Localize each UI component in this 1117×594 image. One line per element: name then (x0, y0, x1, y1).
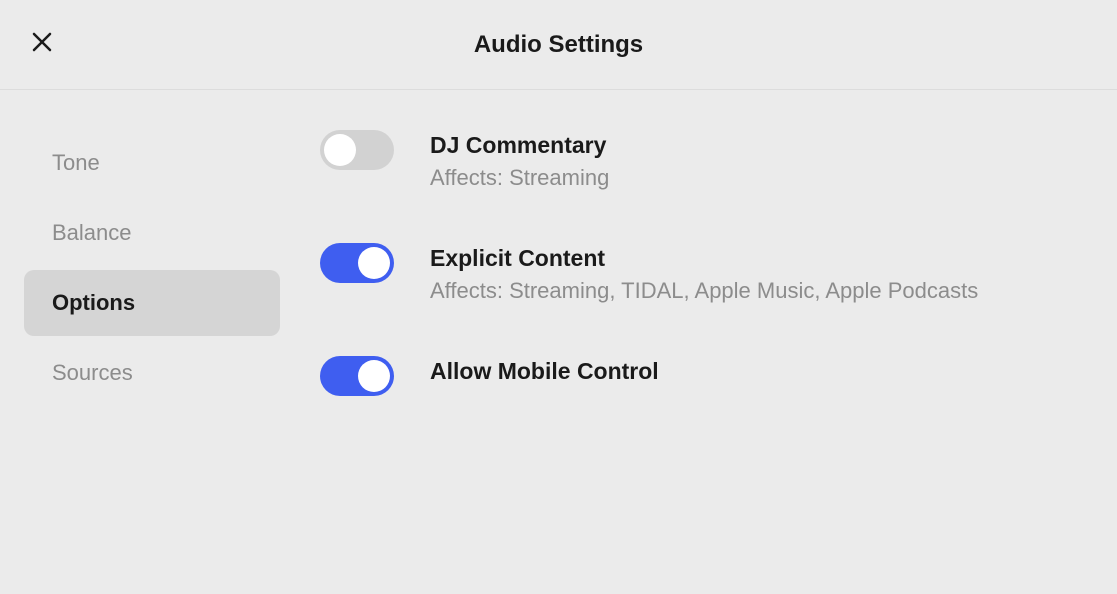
sidebar-item-label: Balance (52, 220, 132, 245)
option-title: DJ Commentary (430, 132, 609, 159)
toggle-knob (358, 360, 390, 392)
toggle-dj-commentary[interactable] (320, 130, 394, 170)
option-subtitle: Affects: Streaming (430, 165, 609, 191)
page-title: Audio Settings (474, 31, 643, 59)
sidebar-item-balance[interactable]: Balance (24, 200, 280, 266)
option-row-allow-mobile-control: Allow Mobile Control (320, 356, 1077, 396)
header: Audio Settings (0, 0, 1117, 90)
toggle-allow-mobile-control[interactable] (320, 356, 394, 396)
option-row-explicit-content: Explicit Content Affects: Streaming, TID… (320, 243, 1077, 304)
toggle-explicit-content[interactable] (320, 243, 394, 283)
option-subtitle: Affects: Streaming, TIDAL, Apple Music, … (430, 278, 978, 304)
sidebar-item-tone[interactable]: Tone (24, 130, 280, 196)
sidebar-item-label: Options (52, 290, 135, 315)
close-icon (30, 30, 54, 54)
sidebar: Tone Balance Options Sources (0, 130, 280, 448)
option-row-dj-commentary: DJ Commentary Affects: Streaming (320, 130, 1077, 191)
sidebar-item-options[interactable]: Options (24, 270, 280, 336)
option-text: Allow Mobile Control (430, 356, 659, 391)
toggle-knob (358, 247, 390, 279)
sidebar-item-sources[interactable]: Sources (24, 340, 280, 406)
main-panel: DJ Commentary Affects: Streaming Explici… (280, 130, 1117, 448)
content: Tone Balance Options Sources DJ Commenta… (0, 90, 1117, 448)
option-text: DJ Commentary Affects: Streaming (430, 130, 609, 191)
option-title: Allow Mobile Control (430, 358, 659, 385)
toggle-knob (324, 134, 356, 166)
option-title: Explicit Content (430, 245, 978, 272)
option-text: Explicit Content Affects: Streaming, TID… (430, 243, 978, 304)
close-button[interactable] (28, 28, 56, 56)
sidebar-item-label: Tone (52, 150, 100, 175)
sidebar-item-label: Sources (52, 360, 133, 385)
